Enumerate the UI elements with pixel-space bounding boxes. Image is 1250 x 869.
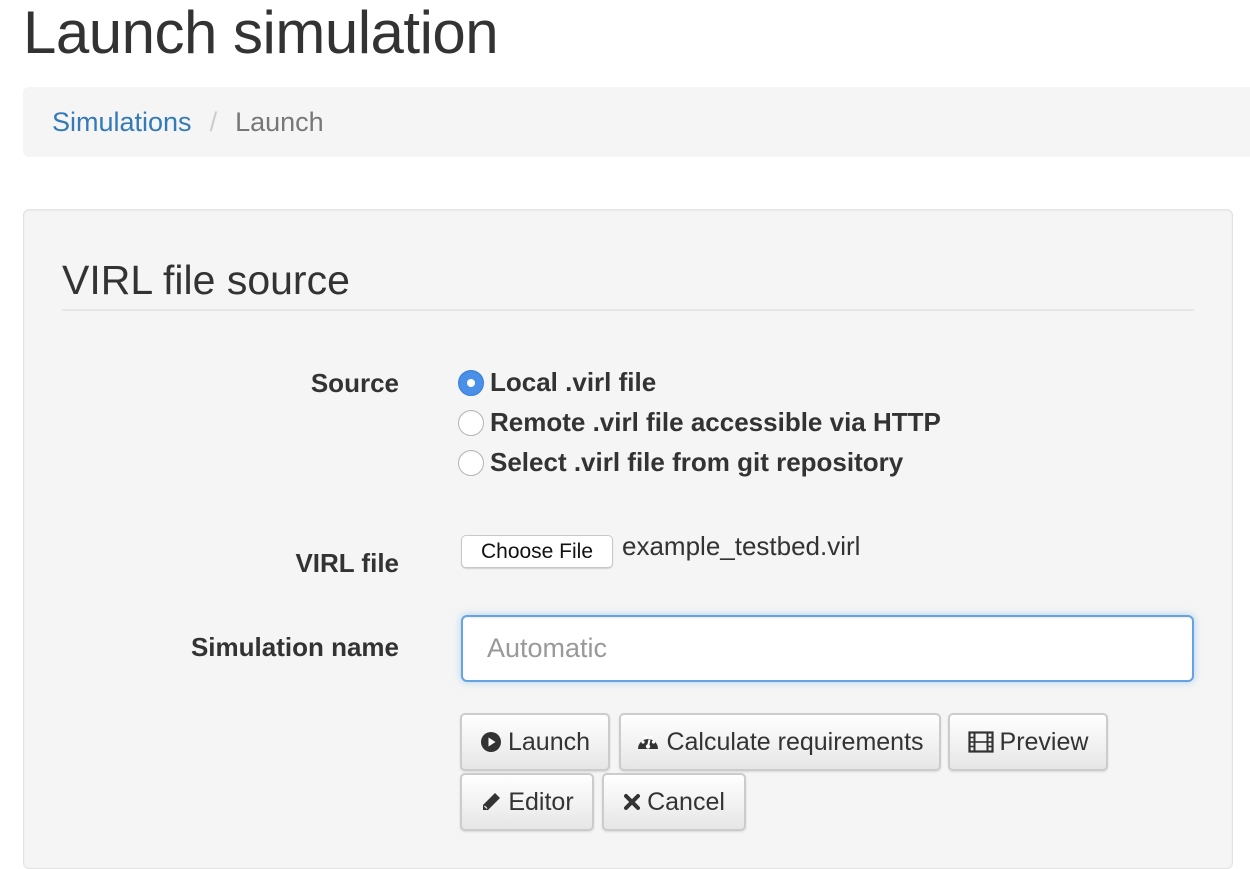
source-label: Source	[310, 368, 399, 398]
radio-option-git[interactable]: Select .virl file from git repository	[458, 447, 903, 478]
simulation-name-label: Simulation name	[190, 632, 399, 662]
radio-label-remote: Remote .virl file accessible via HTTP	[490, 407, 941, 437]
choose-file-button[interactable]: Choose File	[461, 535, 613, 568]
cancel-button[interactable]: Cancel	[602, 773, 746, 831]
breadcrumb: Simulations / Launch	[23, 87, 1250, 157]
selected-file-name: example_testbed.virl	[622, 531, 861, 561]
radio-option-local[interactable]: Local .virl file	[458, 367, 656, 398]
simulation-name-input[interactable]	[461, 615, 1194, 682]
pencil-icon	[483, 793, 501, 810]
editor-button-label: Editor	[508, 787, 574, 816]
radio-git[interactable]	[458, 449, 484, 476]
close-icon	[624, 794, 641, 810]
radio-local[interactable]	[458, 369, 484, 396]
section-legend: VIRL file source	[62, 252, 1194, 311]
calculate-requirements-button[interactable]: Calculate requirements	[619, 713, 941, 771]
breadcrumb-current: Launch	[235, 106, 324, 137]
dashboard-icon	[638, 735, 659, 749]
cancel-button-label: Cancel	[647, 787, 725, 816]
preview-button[interactable]: Preview	[948, 713, 1108, 771]
preview-button-label: Preview	[999, 727, 1089, 756]
radio-remote[interactable]	[458, 409, 484, 436]
breadcrumb-link-simulations[interactable]: Simulations	[52, 107, 192, 138]
breadcrumb-separator: /	[209, 106, 218, 137]
play-circle-icon	[480, 732, 501, 752]
radio-option-remote[interactable]: Remote .virl file accessible via HTTP	[458, 407, 941, 438]
launch-button[interactable]: Launch	[460, 713, 610, 771]
film-icon	[967, 731, 994, 753]
virl-file-label: VIRL file	[295, 548, 399, 578]
virl-source-panel: VIRL file source Source Local .virl file…	[23, 209, 1233, 869]
radio-label-local: Local .virl file	[490, 367, 657, 397]
page-title: Launch simulation	[23, 0, 499, 66]
editor-button[interactable]: Editor	[460, 773, 594, 831]
launch-button-label: Launch	[507, 727, 591, 756]
radio-label-git: Select .virl file from git repository	[490, 447, 904, 477]
calculate-requirements-label: Calculate requirements	[666, 727, 924, 756]
